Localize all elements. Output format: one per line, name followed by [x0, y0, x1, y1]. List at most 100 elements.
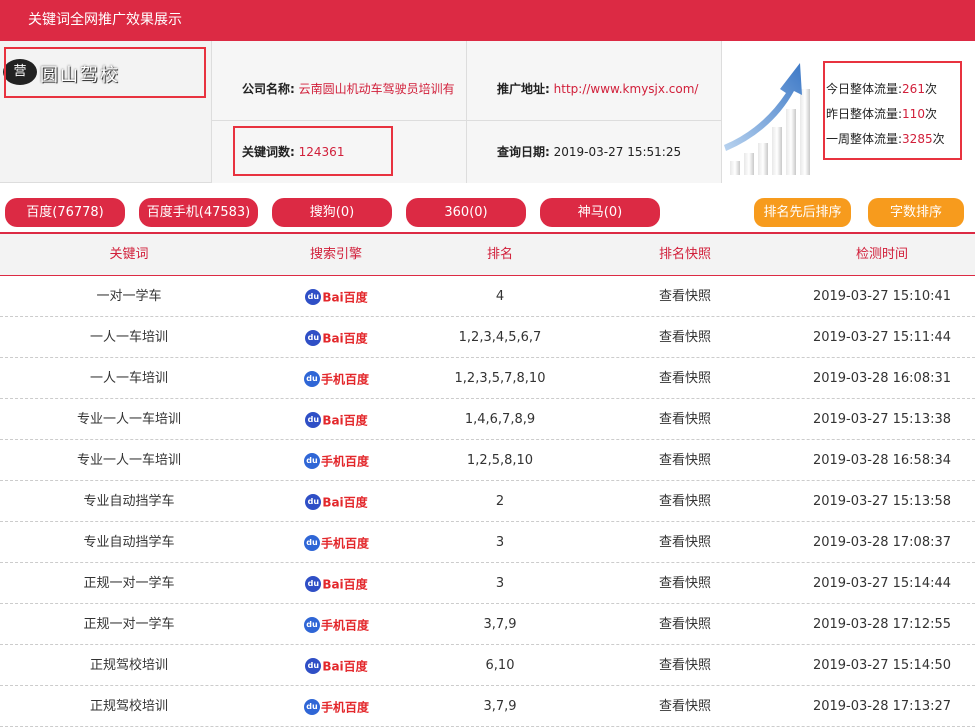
tab-360[interactable]: 360(0)	[406, 198, 526, 227]
check-time-cell: 2019-03-28 16:58:34	[812, 453, 952, 468]
keyword-cell: 正规驾校培训	[89, 658, 168, 673]
rank-cell: 2	[495, 494, 505, 509]
check-time-cell: 2019-03-27 15:10:41	[812, 289, 952, 304]
check-time-cell: 2019-03-28 17:13:27	[812, 699, 952, 714]
col-header-snapshot: 排名快照	[658, 247, 711, 262]
keyword-cell: 正规一对一学车	[83, 576, 175, 591]
sort-by-length-button[interactable]: 字数排序	[868, 198, 964, 227]
table-row: 一人一车培训 du Bai百度 1,2,3,4,5,6,7 查看快照 2019-03-27…	[0, 317, 975, 358]
tab-baidu[interactable]: 百度(76778)	[5, 198, 125, 227]
paw-icon: du	[303, 453, 320, 469]
snapshot-link[interactable]: 查看快照	[586, 563, 784, 604]
address-link[interactable]: http://www.kmysjx.com/	[554, 82, 699, 96]
paw-icon: du	[305, 576, 322, 592]
check-time-cell: 2019-03-27 15:13:58	[812, 494, 952, 509]
table-row: 专业一人一车培训 du Bai百度 1,4,6,7,8,9 查看快照 2019-03-27…	[0, 399, 975, 440]
check-time-cell: 2019-03-27 15:13:38	[812, 412, 952, 427]
keyword-cell: 正规一对一学车	[83, 617, 175, 632]
baidu-mobile-logo-icon: du 手机百度	[303, 696, 369, 718]
engine-label: 手机百度	[320, 536, 369, 550]
snapshot-link[interactable]: 查看快照	[586, 440, 784, 481]
engine-cell: du Bai百度	[258, 399, 414, 440]
col-header-keyword: 关键词	[109, 247, 149, 262]
keyword-cell: 一人一车培训	[89, 330, 168, 345]
engine-tabs: 百度(76778) 百度手机(47583) 搜狗(0) 360(0) 神马(0)…	[0, 183, 975, 234]
baidu-logo-icon: du Bai百度	[304, 286, 368, 308]
tab-sogou[interactable]: 搜狗(0)	[272, 198, 392, 227]
check-time-cell: 2019-03-28 17:12:55	[812, 617, 952, 632]
engine-cell: du 手机百度	[258, 604, 414, 645]
paw-icon: du	[305, 658, 322, 674]
paw-icon: du	[305, 494, 322, 510]
table-row: 正规一对一学车 du 手机百度 3,7,9 查看快照 2019-03-28 17:12:5…	[0, 604, 975, 645]
check-time-cell: 2019-03-27 15:11:44	[812, 330, 952, 345]
company-value: 云南圆山机动车驾驶员培训有	[298, 82, 455, 96]
snapshot-link[interactable]: 查看快照	[586, 481, 784, 522]
rank-cell: 3	[495, 535, 505, 550]
engine-label: 手机百度	[320, 454, 369, 468]
paw-icon: du	[305, 289, 322, 305]
paw-icon: du	[303, 617, 320, 633]
engine-label: 手机百度	[320, 618, 369, 632]
highlight-box-keywords	[233, 126, 393, 176]
engine-cell: du Bai百度	[258, 563, 414, 604]
engine-label: Bai百度	[322, 413, 368, 427]
keyword-cell: 一对一学车	[96, 289, 162, 304]
keyword-cell: 专业自动挡学车	[83, 535, 175, 550]
baidu-mobile-logo-icon: du 手机百度	[303, 450, 369, 472]
engine-label: 手机百度	[320, 372, 369, 386]
check-time-cell: 2019-03-27 15:14:44	[812, 576, 952, 591]
snapshot-link[interactable]: 查看快照	[586, 522, 784, 563]
highlight-box-stats	[823, 61, 962, 160]
ranking-table: 一对一学车 du Bai百度 4 查看快照 2019-03-27 15:10:41 一人一车…	[0, 276, 975, 727]
engine-cell: du 手机百度	[258, 522, 414, 563]
baidu-mobile-logo-icon: du 手机百度	[303, 532, 369, 554]
growth-chart-icon	[724, 63, 810, 175]
page-header: 关键词全网推广效果展示	[0, 0, 975, 41]
table-row: 专业自动挡学车 du 手机百度 3 查看快照 2019-03-28 17:08:37	[0, 522, 975, 563]
highlight-box-logo	[4, 47, 206, 98]
engine-label: Bai百度	[322, 577, 368, 591]
sort-by-rank-button[interactable]: 排名先后排序	[754, 198, 851, 227]
page-title: 关键词全网推广效果展示	[28, 12, 182, 28]
rank-cell: 6,10	[485, 658, 515, 673]
baidu-mobile-logo-icon: du 手机百度	[303, 614, 369, 636]
rank-cell: 1,2,3,5,7,8,10	[454, 371, 546, 386]
engine-cell: du Bai百度	[258, 645, 414, 686]
baidu-logo-icon: du Bai百度	[304, 491, 368, 513]
table-row: 一人一车培训 du 手机百度 1,2,3,5,7,8,10 查看快照 2019-03-28…	[0, 358, 975, 399]
engine-cell: du Bai百度	[258, 276, 414, 317]
check-time-cell: 2019-03-28 17:08:37	[812, 535, 952, 550]
check-time-cell: 2019-03-28 16:08:31	[812, 371, 952, 386]
snapshot-link[interactable]: 查看快照	[586, 317, 784, 358]
snapshot-link[interactable]: 查看快照	[586, 399, 784, 440]
snapshot-link[interactable]: 查看快照	[586, 604, 784, 645]
engine-label: Bai百度	[322, 495, 368, 509]
table-row: 一对一学车 du Bai百度 4 查看快照 2019-03-27 15:10:41	[0, 276, 975, 317]
tab-shenma[interactable]: 神马(0)	[540, 198, 660, 227]
rank-cell: 1,2,3,4,5,6,7	[458, 330, 542, 345]
snapshot-link[interactable]: 查看快照	[586, 686, 784, 727]
table-row: 专业自动挡学车 du Bai百度 2 查看快照 2019-03-27 15:13:58	[0, 481, 975, 522]
table-row: 正规驾校培训 du 手机百度 3,7,9 查看快照 2019-03-28 17:13:27	[0, 686, 975, 727]
keyword-cell: 一人一车培训	[89, 371, 168, 386]
baidu-mobile-logo-icon: du 手机百度	[303, 368, 369, 390]
snapshot-link[interactable]: 查看快照	[586, 358, 784, 399]
table-header: 关键词 搜索引擎 排名 排名快照 检测时间	[0, 234, 975, 276]
paw-icon: du	[305, 330, 322, 346]
col-header-time: 检测时间	[855, 247, 908, 262]
table-row: 正规一对一学车 du Bai百度 3 查看快照 2019-03-27 15:14:44	[0, 563, 975, 604]
baidu-logo-icon: du Bai百度	[304, 409, 368, 431]
snapshot-link[interactable]: 查看快照	[586, 645, 784, 686]
tab-baidu-mobile[interactable]: 百度手机(47583)	[139, 198, 258, 227]
snapshot-link[interactable]: 查看快照	[586, 276, 784, 317]
engine-cell: du 手机百度	[258, 440, 414, 481]
engine-cell: du 手机百度	[258, 358, 414, 399]
baidu-logo-icon: du Bai百度	[304, 573, 368, 595]
table-row: 专业一人一车培训 du 手机百度 1,2,5,8,10 查看快照 2019-03-28 1…	[0, 440, 975, 481]
paw-icon: du	[305, 412, 322, 428]
col-header-rank: 排名	[486, 247, 513, 262]
paw-icon: du	[303, 535, 320, 551]
engine-label: 手机百度	[320, 700, 369, 714]
address-label: 推广地址:	[497, 82, 550, 96]
